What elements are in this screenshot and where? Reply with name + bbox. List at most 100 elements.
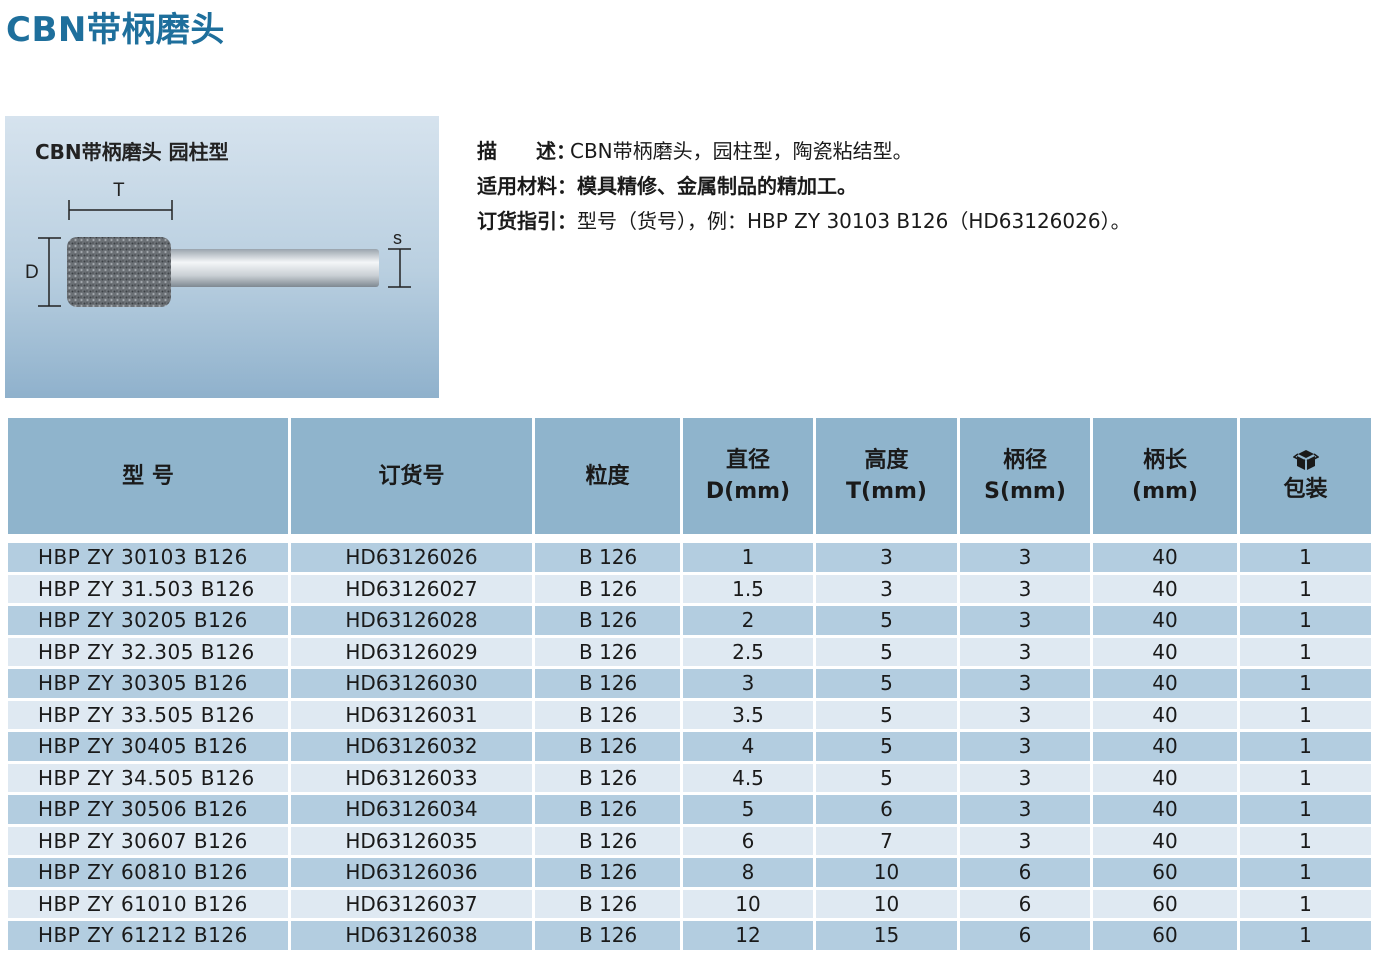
material-value: 模具精修、金属制品的精加工。 [577, 174, 857, 198]
spec-table-body: HBP ZY 30103 B126 HD63126026 B 126 1 3 3 40 1 HB… [8, 543, 1371, 953]
cell-grain: B 126 [535, 669, 680, 701]
cell-shank-diameter: 3 [960, 732, 1090, 764]
cell-model: HBP ZY 61010 B126 [8, 889, 288, 921]
cell-shank-length: 40 [1093, 763, 1237, 795]
cell-order-no: HD63126026 [291, 543, 532, 575]
cell-shank-diameter: 6 [960, 921, 1090, 953]
cell-height: 15 [816, 921, 957, 953]
cell-height: 10 [816, 889, 957, 921]
cell-model: HBP ZY 30607 B126 [8, 826, 288, 858]
cell-package: 1 [1240, 543, 1371, 575]
cell-package: 1 [1240, 858, 1371, 890]
cell-height: 5 [816, 669, 957, 701]
cell-diameter: 6 [683, 826, 813, 858]
cell-shank-length: 40 [1093, 606, 1237, 638]
cell-shank-diameter: 3 [960, 606, 1090, 638]
cell-shank-diameter: 6 [960, 889, 1090, 921]
cell-model: HBP ZY 61212 B126 [8, 921, 288, 953]
cell-package: 1 [1240, 606, 1371, 638]
cell-order-no: HD63126036 [291, 858, 532, 890]
cell-order-no: HD63126030 [291, 669, 532, 701]
cell-grain: B 126 [535, 574, 680, 606]
cell-diameter: 4 [683, 732, 813, 764]
cell-height: 5 [816, 732, 957, 764]
cell-shank-length: 60 [1093, 921, 1237, 953]
cell-diameter: 2 [683, 606, 813, 638]
cell-model: HBP ZY 60810 B126 [8, 858, 288, 890]
dim-s-label: s [393, 228, 402, 248]
cell-diameter: 1.5 [683, 574, 813, 606]
order-row: 订货指引：型号（货号），例：HBP ZY 30103 B126（HD631260… [477, 204, 1131, 239]
table-row: HBP ZY 33.505 B126 HD63126031 B 126 3.5 5 3 40… [8, 700, 1371, 732]
cell-shank-length: 40 [1093, 732, 1237, 764]
cell-height: 7 [816, 826, 957, 858]
table-row: HBP ZY 30607 B126 HD63126035 B 126 6 7 3 40 1 [8, 826, 1371, 858]
desc-value: CBN带柄磨头，园柱型，陶瓷粘结型。 [570, 139, 913, 163]
header-shank-diameter: 柄径 S(mm) [960, 418, 1090, 534]
cell-grain: B 126 [535, 795, 680, 827]
cell-order-no: HD63126032 [291, 732, 532, 764]
cell-shank-diameter: 6 [960, 858, 1090, 890]
grinding-head-drawing: T D s [25, 180, 411, 307]
cell-model: HBP ZY 30305 B126 [8, 669, 288, 701]
table-row: HBP ZY 32.305 B126 HD63126029 B 126 2.5 5 3 40… [8, 637, 1371, 669]
cell-grain: B 126 [535, 637, 680, 669]
cell-model: HBP ZY 30103 B126 [8, 543, 288, 575]
cell-diameter: 5 [683, 795, 813, 827]
cell-order-no: HD63126035 [291, 826, 532, 858]
cell-grain: B 126 [535, 921, 680, 953]
cell-shank-diameter: 3 [960, 637, 1090, 669]
cell-grain: B 126 [535, 606, 680, 638]
cell-height: 6 [816, 795, 957, 827]
cell-shank-length: 40 [1093, 826, 1237, 858]
cell-shank-diameter: 3 [960, 574, 1090, 606]
cell-order-no: HD63126029 [291, 637, 532, 669]
cell-grain: B 126 [535, 700, 680, 732]
table-row: HBP ZY 30103 B126 HD63126026 B 126 1 3 3 40 1 [8, 543, 1371, 575]
desc-label: 描述： [477, 139, 576, 163]
cell-height: 3 [816, 574, 957, 606]
dim-d-label: D [25, 262, 39, 283]
cell-diameter: 3.5 [683, 700, 813, 732]
cell-shank-length: 40 [1093, 637, 1237, 669]
cell-height: 5 [816, 763, 957, 795]
cell-package: 1 [1240, 795, 1371, 827]
cell-height: 5 [816, 637, 957, 669]
cell-order-no: HD63126031 [291, 700, 532, 732]
cell-grain: B 126 [535, 858, 680, 890]
cell-order-no: HD63126027 [291, 574, 532, 606]
table-header-row: 型 号 订货号 粒度 直径 D(mm) 高度 T(mm) 柄径 S(mm) 柄长 (mm… [8, 418, 1371, 534]
table-row: HBP ZY 31.503 B126 HD63126027 B 126 1.5 3 3 40… [8, 574, 1371, 606]
cell-grain: B 126 [535, 826, 680, 858]
cell-grain: B 126 [535, 732, 680, 764]
cell-grain: B 126 [535, 889, 680, 921]
desc-row: 描述：CBN带柄磨头，园柱型，陶瓷粘结型。 [477, 134, 1131, 169]
cell-package: 1 [1240, 889, 1371, 921]
cell-package: 1 [1240, 700, 1371, 732]
material-row: 适用材料：模具精修、金属制品的精加工。 [477, 169, 1131, 204]
cell-model: HBP ZY 30506 B126 [8, 795, 288, 827]
cell-package: 1 [1240, 921, 1371, 953]
header-shank-length: 柄长 (mm) [1093, 418, 1237, 534]
cell-shank-diameter: 3 [960, 763, 1090, 795]
cell-shank-length: 40 [1093, 574, 1237, 606]
product-description: 描述：CBN带柄磨头，园柱型，陶瓷粘结型。 适用材料：模具精修、金属制品的精加工… [477, 134, 1131, 239]
cell-grain: B 126 [535, 543, 680, 575]
table-row: HBP ZY 60810 B126 HD63126036 B 126 8 10 6 60 1 [8, 858, 1371, 890]
cell-package: 1 [1240, 763, 1371, 795]
header-model: 型 号 [8, 418, 288, 534]
cell-model: HBP ZY 31.503 B126 [8, 574, 288, 606]
cell-package: 1 [1240, 574, 1371, 606]
dim-t-label: T [113, 180, 125, 201]
cell-height: 3 [816, 543, 957, 575]
cell-model: HBP ZY 33.505 B126 [8, 700, 288, 732]
material-label: 适用材料： [477, 174, 577, 198]
cell-package: 1 [1240, 826, 1371, 858]
header-height: 高度 T(mm) [816, 418, 957, 534]
cell-diameter: 8 [683, 858, 813, 890]
cell-shank-diameter: 3 [960, 669, 1090, 701]
cell-shank-length: 40 [1093, 669, 1237, 701]
product-figure: CBN带柄磨头 园柱型 T D s [5, 116, 439, 398]
table-row: HBP ZY 61212 B126 HD63126038 B 126 12 15 6 60 1 [8, 921, 1371, 953]
header-grain: 粒度 [535, 418, 680, 534]
